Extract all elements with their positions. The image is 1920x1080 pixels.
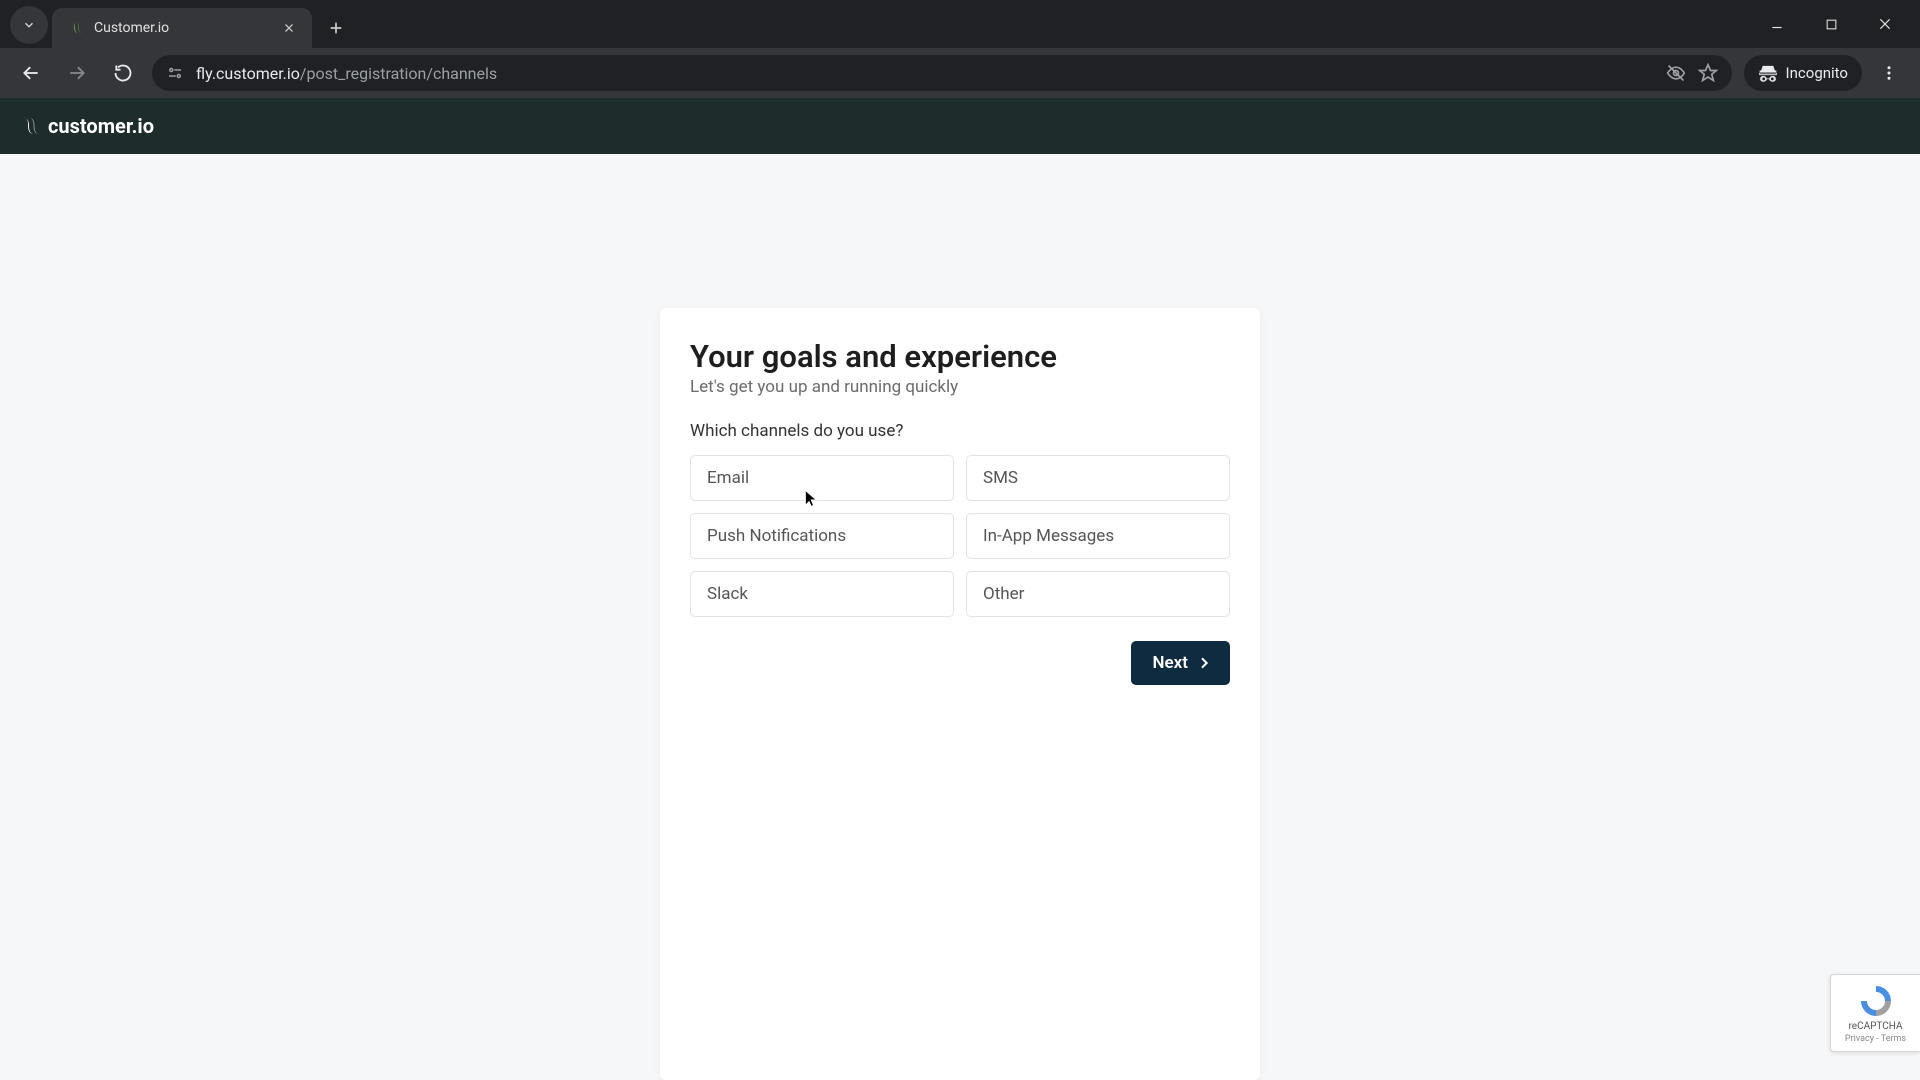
close-icon — [283, 22, 295, 34]
channel-option-email[interactable]: Email — [690, 455, 954, 501]
browser-tab[interactable]: Customer.io — [52, 8, 312, 48]
channel-option-other[interactable]: Other — [966, 571, 1230, 617]
recaptcha-sub: Privacy - Terms — [1845, 1034, 1906, 1044]
onboarding-card: Your goals and experience Let's get you … — [660, 308, 1260, 1080]
browser-menu-button[interactable] — [1872, 56, 1906, 90]
chevron-down-icon — [22, 18, 36, 32]
favicon-icon — [66, 19, 84, 37]
viewport: customer.io Your goals and experience Le… — [0, 98, 1920, 1080]
page-body: Your goals and experience Let's get you … — [0, 154, 1920, 1080]
address-bar-url: fly.customer.io/post_registration/channe… — [196, 64, 1654, 83]
minimize-icon — [1770, 17, 1784, 31]
maximize-icon — [1825, 18, 1838, 31]
card-question: Which channels do you use? — [690, 421, 1230, 441]
reload-icon — [113, 63, 133, 83]
incognito-chip[interactable]: Incognito — [1744, 55, 1862, 91]
recaptcha-icon — [1858, 983, 1894, 1019]
channel-option-slack[interactable]: Slack — [690, 571, 954, 617]
window-maximize-button[interactable] — [1816, 9, 1846, 39]
app-header: customer.io — [0, 98, 1920, 154]
channel-option-sms[interactable]: SMS — [966, 455, 1230, 501]
tab-close-button[interactable] — [280, 19, 298, 37]
recaptcha-badge[interactable]: reCAPTCHA Privacy - Terms — [1830, 974, 1920, 1052]
address-bar[interactable]: fly.customer.io/post_registration/channe… — [152, 55, 1732, 91]
forward-button[interactable] — [60, 56, 94, 90]
brand-logo[interactable]: customer.io — [18, 114, 154, 138]
channel-option-inapp[interactable]: In-App Messages — [966, 513, 1230, 559]
card-heading: Your goals and experience — [690, 338, 1230, 375]
recaptcha-title: reCAPTCHA — [1848, 1021, 1902, 1032]
brand-mark-icon — [18, 115, 40, 137]
incognito-icon — [1758, 63, 1778, 83]
window-minimize-button[interactable] — [1762, 9, 1792, 39]
channel-option-push[interactable]: Push Notifications — [690, 513, 954, 559]
chevron-right-icon — [1196, 655, 1212, 671]
back-button[interactable] — [14, 56, 48, 90]
arrow-right-icon — [67, 63, 87, 83]
browser-tab-strip: Customer.io — [0, 0, 1920, 48]
tab-title: Customer.io — [94, 20, 270, 36]
window-controls — [1762, 0, 1914, 48]
reload-button[interactable] — [106, 56, 140, 90]
next-button-label: Next — [1153, 653, 1189, 673]
close-icon — [1878, 17, 1892, 31]
arrow-left-icon — [21, 63, 41, 83]
card-subtitle: Let's get you up and running quickly — [690, 377, 1230, 397]
incognito-label: Incognito — [1786, 64, 1848, 82]
site-settings-icon[interactable] — [166, 64, 184, 82]
new-tab-button[interactable] — [320, 12, 352, 44]
next-button[interactable]: Next — [1131, 641, 1231, 685]
plus-icon — [328, 20, 344, 36]
window-close-button[interactable] — [1870, 9, 1900, 39]
bookmark-star-icon[interactable] — [1698, 63, 1718, 83]
brand-name: customer.io — [48, 114, 154, 138]
browser-toolbar: fly.customer.io/post_registration/channe… — [0, 48, 1920, 98]
eye-off-icon[interactable] — [1666, 63, 1686, 83]
channel-options: Email SMS Push Notifications In-App Mess… — [690, 455, 1230, 617]
kebab-icon — [1880, 64, 1898, 82]
tab-search-button[interactable] — [10, 6, 48, 44]
